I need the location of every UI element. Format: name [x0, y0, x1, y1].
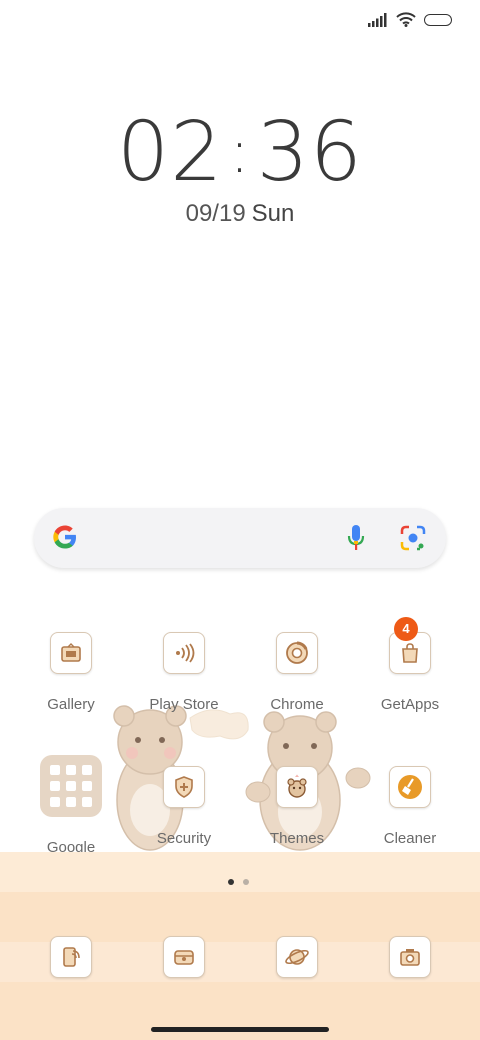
weekday: Sun: [251, 200, 295, 227]
dock-app-browser[interactable]: [247, 936, 347, 978]
speech-bubble: [189, 709, 249, 740]
app-label: GetApps: [380, 696, 440, 713]
dock-app-phone[interactable]: [21, 936, 121, 978]
play-store-icon[interactable]: [163, 632, 205, 674]
browser-icon[interactable]: [276, 936, 318, 978]
app-themes[interactable]: Themes: [247, 766, 347, 847]
page-indicator[interactable]: [228, 879, 249, 885]
chrome-icon[interactable]: [276, 632, 318, 674]
messages-icon[interactable]: [163, 936, 205, 978]
getapps-icon[interactable]: 4: [389, 617, 431, 674]
camera-icon[interactable]: [389, 936, 431, 978]
app-label: Play Store: [149, 696, 219, 713]
app-label: Cleaner: [383, 830, 437, 847]
app-play-store[interactable]: Play Store: [134, 632, 234, 713]
dock-app-messages[interactable]: [134, 936, 234, 978]
dock-app-camera[interactable]: [360, 936, 460, 978]
google-search-bar[interactable]: [34, 508, 446, 568]
wifi-icon: [396, 12, 416, 27]
app-label: Security: [156, 830, 212, 847]
cellular-signal-icon: [368, 12, 387, 27]
page-dot-active[interactable]: [228, 879, 234, 885]
clock-minutes: 36: [256, 105, 363, 200]
themes-icon[interactable]: [276, 766, 318, 808]
gallery-icon[interactable]: [50, 632, 92, 674]
date-value: 09/19: [185, 200, 246, 227]
app-chrome[interactable]: Chrome: [247, 632, 347, 713]
home-gesture-bar[interactable]: [151, 1027, 329, 1032]
app-security[interactable]: Security: [134, 766, 234, 847]
battery-icon: [424, 13, 452, 26]
app-label: Gallery: [47, 696, 95, 713]
app-cleaner[interactable]: Cleaner: [360, 766, 460, 847]
notification-badge: 4: [394, 617, 418, 641]
mic-icon[interactable]: [346, 524, 366, 552]
app-label: Chrome: [270, 696, 324, 713]
google-logo-icon[interactable]: [50, 522, 80, 552]
lens-camera-icon[interactable]: [400, 525, 426, 551]
app-gallery[interactable]: Gallery: [21, 632, 121, 713]
security-icon[interactable]: [163, 766, 205, 808]
app-getapps[interactable]: 4 GetApps: [360, 617, 460, 713]
status-bar: [368, 12, 452, 27]
folder-google[interactable]: Google: [21, 755, 121, 856]
date[interactable]: 09/19 Sun: [0, 200, 480, 228]
google-folder-icon[interactable]: [40, 755, 102, 817]
clock-separator: :: [229, 117, 251, 187]
page-dot[interactable]: [243, 879, 249, 885]
clock-hours: 02: [117, 105, 224, 200]
clock[interactable]: 02:36: [0, 105, 480, 200]
phone-icon[interactable]: [50, 936, 92, 978]
cleaner-icon[interactable]: [389, 766, 431, 808]
app-label: Themes: [269, 830, 325, 847]
